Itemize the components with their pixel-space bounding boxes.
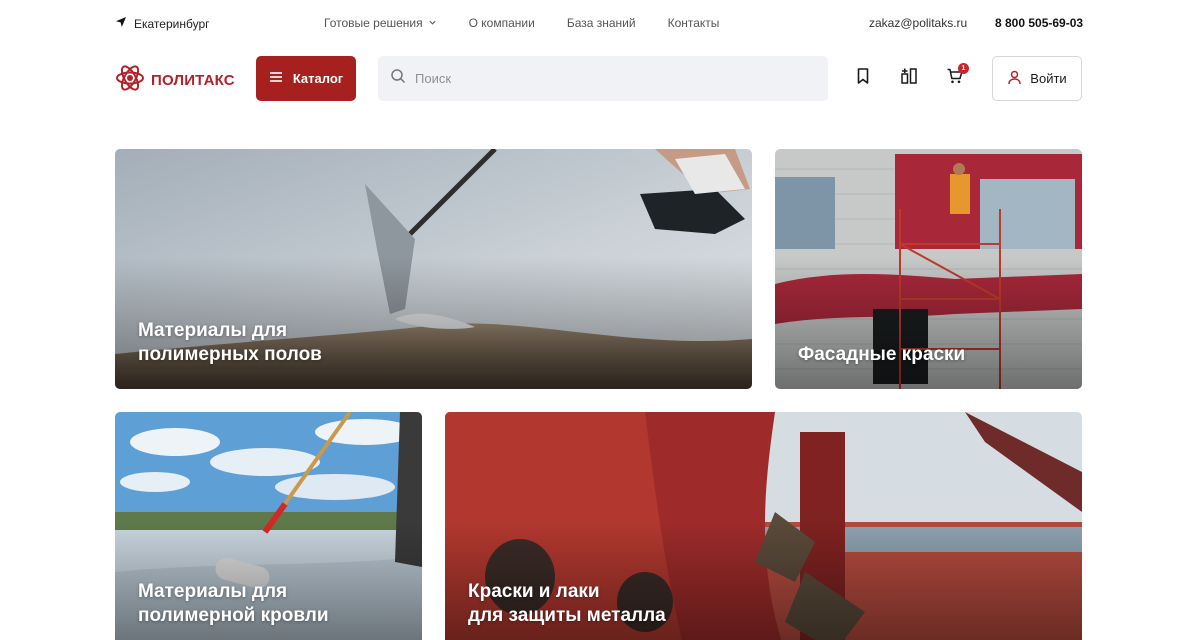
- catalog-button[interactable]: Каталог: [256, 56, 356, 101]
- nav-item-solutions[interactable]: Готовые решения: [324, 16, 437, 30]
- search-icon: [390, 68, 406, 89]
- category-title-line: полимерной кровли: [138, 605, 329, 626]
- login-label: Войти: [1030, 71, 1067, 86]
- cart-button[interactable]: 1: [945, 63, 969, 88]
- category-card-facade-paints[interactable]: Фасадные краски: [775, 149, 1082, 389]
- category-title-line: Фасадные краски: [798, 344, 966, 365]
- category-title: Материалы для полимерных полов: [138, 319, 322, 367]
- city-label: Екатеринбург: [134, 16, 210, 31]
- location-arrow-icon: [115, 16, 127, 31]
- user-icon: [1007, 70, 1022, 88]
- category-title-line: Материалы для: [138, 320, 288, 341]
- compare-icon: [900, 67, 918, 90]
- bookmark-button[interactable]: [853, 67, 873, 90]
- logo-text: ПОЛИТАКС: [151, 72, 235, 89]
- category-title-line: Материалы для: [138, 581, 288, 602]
- search-bar[interactable]: [378, 56, 828, 101]
- nav-item-label: Контакты: [667, 16, 720, 30]
- bookmark-icon: [854, 67, 872, 90]
- nav-item-about[interactable]: О компании: [469, 16, 535, 30]
- catalog-label: Каталог: [292, 71, 344, 86]
- nav-item-knowledge-base[interactable]: База знаний: [567, 16, 636, 30]
- logo-emblem-icon: [114, 62, 146, 99]
- category-title: Материалы для полимерной кровли: [138, 580, 329, 628]
- category-title: Краски и лаки для защиты металла: [468, 580, 666, 628]
- phone-link[interactable]: 8 800 505-69-03: [995, 16, 1083, 30]
- chevron-down-icon: [428, 16, 437, 30]
- login-button[interactable]: Войти: [992, 56, 1082, 101]
- nav-item-label: Готовые решения: [324, 16, 423, 30]
- compare-button[interactable]: [899, 67, 919, 90]
- category-title-line: Краски и лаки: [468, 581, 600, 602]
- category-card-polymer-roofing[interactable]: Материалы для полимерной кровли: [115, 412, 422, 640]
- card-shade: [775, 257, 1082, 389]
- nav-item-label: О компании: [468, 16, 535, 30]
- top-navigation: Готовые решения О компании База знаний К…: [324, 16, 719, 30]
- category-card-polymer-floors[interactable]: Материалы для полимерных полов: [115, 149, 752, 389]
- category-title-line: для защиты металла: [468, 605, 666, 626]
- menu-icon: [269, 70, 283, 87]
- email-link[interactable]: zakaz@politaks.ru: [869, 16, 967, 30]
- category-card-metal-protection[interactable]: Краски и лаки для защиты металла: [445, 412, 1082, 640]
- logo[interactable]: ПОЛИТАКС: [114, 62, 235, 99]
- search-input[interactable]: [415, 71, 795, 86]
- category-title: Фасадные краски: [798, 343, 965, 367]
- category-title-line: полимерных полов: [138, 344, 322, 365]
- cart-count-badge: 1: [958, 63, 969, 74]
- top-bar: Екатеринбург Готовые решения О компании …: [0, 0, 1193, 48]
- nav-item-label: База знаний: [566, 16, 636, 30]
- city-selector[interactable]: Екатеринбург: [115, 16, 210, 31]
- nav-item-contacts[interactable]: Контакты: [668, 16, 720, 30]
